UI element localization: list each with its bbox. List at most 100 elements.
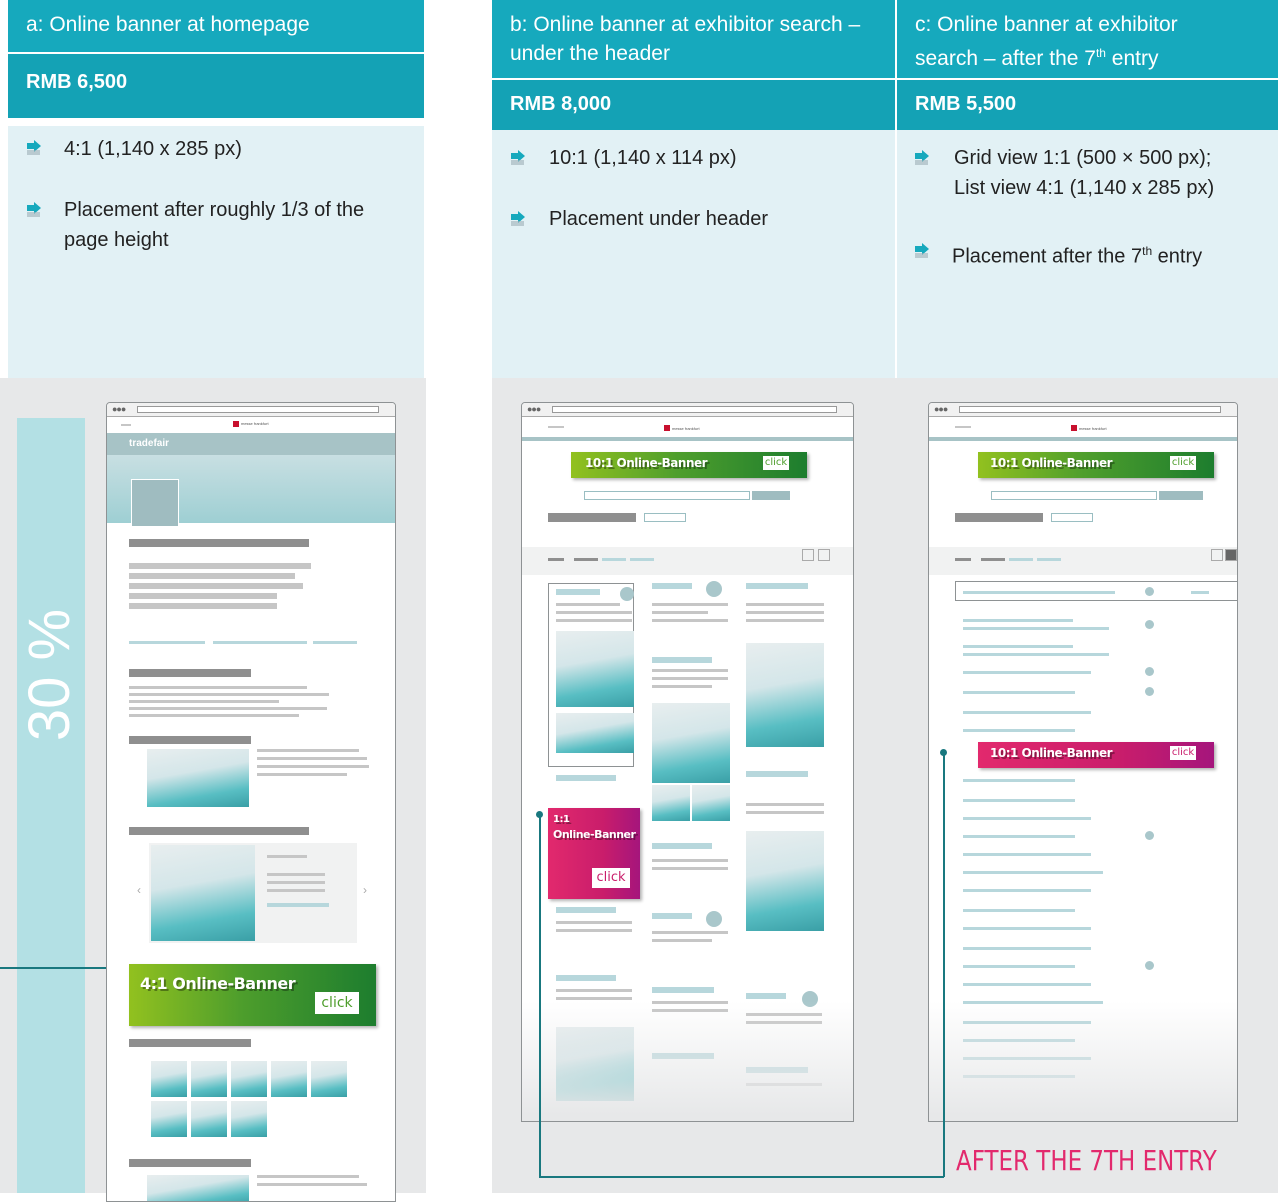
text-line [257,1175,359,1178]
banner-1-1-title-line2: Online-Banner [553,828,636,841]
card-title [746,583,808,589]
column-c-title-line1: c: Online banner at exhibitor [915,13,1178,36]
card-title [556,775,616,781]
list-row-title [963,927,1091,930]
list-row-title [963,711,1091,714]
filter-button[interactable] [1051,513,1093,522]
banner-1-1-click[interactable]: click [592,868,630,888]
url-bar [959,406,1221,413]
banner-10-1-pink-click[interactable]: click [1170,746,1196,760]
column-c-bullet-2-end: entry [1152,245,1203,268]
banner-10-1-click[interactable]: click [1170,456,1196,470]
text-line [257,765,369,768]
filter-button[interactable] [644,513,686,522]
brand-name: messe frankfurt [672,426,700,431]
list-view-icon[interactable] [818,549,830,561]
tab[interactable] [981,558,1005,561]
window-dots: ●●● [112,404,126,414]
thumb [151,1101,187,1137]
banner-10-1-under-header-c[interactable]: 10:1 Online-Banner click [978,452,1214,478]
carousel-next-icon[interactable]: › [363,883,367,897]
text-line [746,611,824,614]
card-image [556,713,634,753]
text-line [556,989,632,992]
site-header [522,437,853,441]
card-title [746,771,808,777]
list-row-title [963,729,1075,732]
tab[interactable] [574,558,598,561]
thumb [231,1101,267,1137]
tab[interactable] [1037,558,1061,561]
text-line [746,811,824,814]
banner-10-1-under-header[interactable]: 10:1 Online-Banner click [571,452,807,478]
text-line [548,513,636,522]
after-7th-entry-label: AFTER THE 7TH ENTRY [956,1144,1217,1177]
connector-left-vertical [539,815,541,1177]
arrow-bullet-icon [915,243,929,258]
text-line [652,859,728,862]
exhibitor-search-grid-mockup: ●●● messe frankfurt [521,402,854,1122]
browser-toolbar: ●●● [929,403,1237,417]
column-b-header: b: Online banner at exhibitor search – u… [492,0,897,78]
list-view-icon[interactable] [1225,549,1237,561]
search-button[interactable] [1159,491,1203,500]
list-row-avatar [1145,831,1154,840]
tab[interactable] [630,558,654,561]
carousel-image [151,845,255,941]
grid-view-icon[interactable] [1211,549,1223,561]
list-row-title [963,653,1109,656]
text-line [267,881,325,884]
browser-toolbar: ●●● [107,403,395,417]
arrow-bullet-icon [511,211,525,226]
list-row-title [963,619,1073,622]
arrow-bullet-icon [27,202,41,217]
list-row-title [963,835,1075,838]
card-image [746,831,824,931]
banner-4-1-click[interactable]: click [315,992,359,1014]
column-c-bullet-1-line2: List view 4:1 (1,140 x 285 px) [954,177,1215,199]
search-button[interactable] [752,491,790,500]
text-line [129,563,311,569]
search-input[interactable] [991,491,1157,500]
banner-4-1-title: 4:1 Online-Banner [140,974,296,993]
tab[interactable] [548,558,564,561]
banner-4-1[interactable]: 4:1 Online-Banner click [129,964,376,1026]
brand-logo [1071,425,1077,431]
thumb [311,1061,347,1097]
tab[interactable] [955,558,971,561]
thumb [191,1101,227,1137]
list-row-title [963,871,1103,874]
scroll-fade [929,1001,1237,1121]
column-c-header: c: Online banner at exhibitor search – a… [897,0,1278,78]
column-c-bullet-2-text: Placement after the 7 [952,245,1143,268]
homepage-mockup: ●●● messe frankfurt tradefair ‹ › [106,402,396,1202]
search-input[interactable] [584,491,750,500]
column-c-price: RMB 5,500 [897,78,1278,130]
list-row-title [963,645,1073,648]
carousel-prev-icon[interactable]: ‹ [137,883,141,897]
card-title [652,987,714,993]
placement-connector-a [0,967,117,969]
thumb [191,1061,227,1097]
url-bar [137,406,379,413]
grid-view-icon[interactable] [802,549,814,561]
tab[interactable] [1009,558,1033,561]
thumb [151,1061,187,1097]
banner-10-1-after-7th-entry[interactable]: 10:1 Online-Banner click [978,742,1214,768]
text-line [556,997,632,1000]
thumb [231,1061,267,1097]
banner-10-1-pink-title: 10:1 Online-Banner [990,746,1113,760]
text-line [129,707,327,710]
menu-icon [121,424,131,426]
connector-right-vertical [943,752,945,1177]
text-line [129,827,309,835]
window-dots: ●●● [934,404,948,414]
tab[interactable] [602,558,626,561]
link-line [267,903,329,907]
banner-10-1-click[interactable]: click [763,456,789,470]
banner-1-1[interactable]: 1:1 Online-Banner click [548,808,640,899]
text-line [257,749,359,752]
text-line [129,539,309,547]
column-c-bullet-2-sup: th [1142,244,1153,258]
text-line [267,855,307,858]
